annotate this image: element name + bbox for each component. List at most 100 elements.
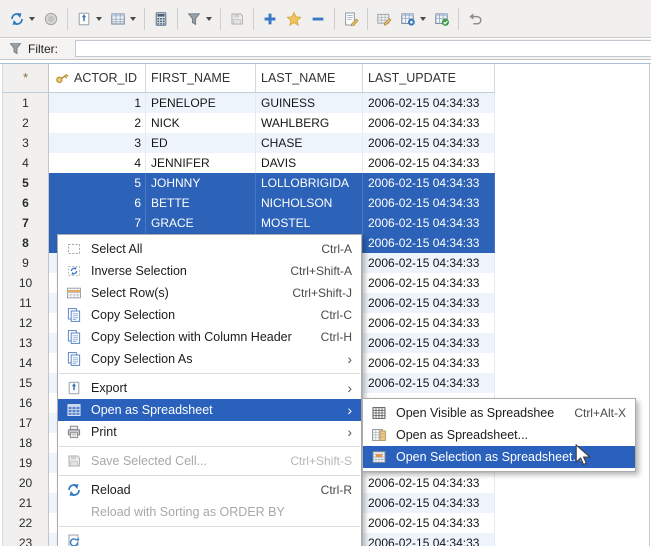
undo-button[interactable]	[463, 6, 487, 32]
row-number-cell[interactable]: 6	[3, 193, 49, 213]
menu-item-copy-selection-with-column-header[interactable]: Copy Selection with Column HeaderCtrl-H	[58, 326, 361, 348]
column-header-rownum[interactable]: *	[3, 64, 49, 93]
row-number-cell[interactable]: 17	[3, 413, 49, 433]
cell-first-name[interactable]: ED	[146, 133, 256, 153]
cell-last-update[interactable]: 2006-02-15 04:34:33	[363, 373, 495, 393]
column-header-first-name[interactable]: FIRST_NAME	[146, 64, 256, 93]
cell-last-update[interactable]: 2006-02-15 04:34:33	[363, 293, 495, 313]
menu-item-reload[interactable]: ReloadCtrl-R	[58, 479, 361, 501]
cell-last-update[interactable]: 2006-02-15 04:34:33	[363, 193, 495, 213]
row-number-cell[interactable]: 9	[3, 253, 49, 273]
cell-last-update[interactable]: 2006-02-15 04:34:33	[363, 173, 495, 193]
menu-item-open-as-spreadsheet[interactable]: Open as Spreadsheet...	[363, 424, 635, 446]
cell-last-name[interactable]: NICHOLSON	[256, 193, 363, 213]
row-number-cell[interactable]: 4	[3, 153, 49, 173]
column-header-actor-id[interactable]: ACTOR_ID	[49, 64, 146, 93]
row-number-cell[interactable]: 10	[3, 273, 49, 293]
menu-item-copy-selection-as[interactable]: Copy Selection As›	[58, 348, 361, 370]
cell-last-update[interactable]: 2006-02-15 04:34:33	[363, 253, 495, 273]
grid-confirm-button[interactable]	[430, 6, 454, 32]
cell-last-update[interactable]: 2006-02-15 04:34:33	[363, 533, 495, 546]
cell-actor-id[interactable]: 7	[49, 213, 146, 233]
cell-last-update[interactable]: 2006-02-15 04:34:33	[363, 153, 495, 173]
dropdown-caret-icon[interactable]	[130, 17, 136, 21]
cell-last-name[interactable]: GUINESS	[256, 93, 363, 113]
favorite-button[interactable]	[282, 6, 306, 32]
cell-last-update[interactable]: 2006-02-15 04:34:33	[363, 93, 495, 113]
cell-last-update[interactable]: 2006-02-15 04:34:33	[363, 333, 495, 353]
dropdown-caret-icon[interactable]	[96, 17, 102, 21]
cell-first-name[interactable]: BETTE	[146, 193, 256, 213]
cell-actor-id[interactable]: 2	[49, 113, 146, 133]
cell-actor-id[interactable]: 5	[49, 173, 146, 193]
row-number-cell[interactable]: 2	[3, 113, 49, 133]
row-number-cell[interactable]: 11	[3, 293, 49, 313]
menu-item-print[interactable]: Print›	[58, 421, 361, 443]
cell-last-update[interactable]: 2006-02-15 04:34:33	[363, 133, 495, 153]
menu-item-open-selection-as-spreadsheet[interactable]: Open Selection as Spreadsheet...	[363, 446, 635, 468]
row-number-cell[interactable]: 5	[3, 173, 49, 193]
dropdown-caret-icon[interactable]	[29, 17, 35, 21]
row-number-cell[interactable]: 15	[3, 373, 49, 393]
row-number-cell[interactable]: 14	[3, 353, 49, 373]
row-number-cell[interactable]: 3	[3, 133, 49, 153]
row-number-cell[interactable]: 22	[3, 513, 49, 533]
menu-item-select-row-s[interactable]: Select Row(s)Ctrl+Shift-J	[58, 282, 361, 304]
column-header-last-update[interactable]: LAST_UPDATE	[363, 64, 495, 93]
menu-item-open-visible-as-spreadsheet[interactable]: Open Visible as Spreadsheet...Ctrl+Alt-X	[363, 402, 635, 424]
row-number-cell[interactable]: 7	[3, 213, 49, 233]
cell-actor-id[interactable]: 6	[49, 193, 146, 213]
column-header-last-name[interactable]: LAST_NAME	[256, 64, 363, 93]
cell-first-name[interactable]: JENNIFER	[146, 153, 256, 173]
row-number-cell[interactable]: 19	[3, 453, 49, 473]
cell-last-name[interactable]: WAHLBERG	[256, 113, 363, 133]
cell-last-update[interactable]: 2006-02-15 04:34:33	[363, 493, 495, 513]
menu-item-copy-selection[interactable]: Copy SelectionCtrl-C	[58, 304, 361, 326]
grid-settings-button[interactable]	[396, 6, 430, 32]
cell-last-update[interactable]: 2006-02-15 04:34:33	[363, 233, 495, 253]
row-number-cell[interactable]: 8	[3, 233, 49, 253]
cell-last-update[interactable]: 2006-02-15 04:34:33	[363, 113, 495, 133]
cell-first-name[interactable]: JOHNNY	[146, 173, 256, 193]
menu-item-export[interactable]: Export›	[58, 377, 361, 399]
dropdown-caret-icon[interactable]	[420, 17, 426, 21]
cell-last-update[interactable]: 2006-02-15 04:34:33	[363, 213, 495, 233]
cell-last-name[interactable]: LOLLOBRIGIDA	[256, 173, 363, 193]
cell-last-name[interactable]: DAVIS	[256, 153, 363, 173]
row-number-cell[interactable]: 16	[3, 393, 49, 413]
grid-view-button[interactable]	[106, 6, 140, 32]
menu-item-partial[interactable]	[58, 530, 361, 546]
cell-last-name[interactable]: MOSTEL	[256, 213, 363, 233]
cell-actor-id[interactable]: 1	[49, 93, 146, 113]
edit-document-button[interactable]	[339, 6, 363, 32]
cell-first-name[interactable]: PENELOPE	[146, 93, 256, 113]
cell-actor-id[interactable]: 3	[49, 133, 146, 153]
row-number-cell[interactable]: 18	[3, 433, 49, 453]
calculate-button[interactable]	[149, 6, 173, 32]
cell-last-name[interactable]: CHASE	[256, 133, 363, 153]
row-number-cell[interactable]: 21	[3, 493, 49, 513]
cell-last-update[interactable]: 2006-02-15 04:34:33	[363, 353, 495, 373]
cell-last-update[interactable]: 2006-02-15 04:34:33	[363, 313, 495, 333]
refresh-button[interactable]	[5, 6, 39, 32]
cell-last-update[interactable]: 2006-02-15 04:34:33	[363, 273, 495, 293]
row-number-cell[interactable]: 23	[3, 533, 49, 546]
cell-last-update[interactable]: 2006-02-15 04:34:33	[363, 513, 495, 533]
row-number-cell[interactable]: 12	[3, 313, 49, 333]
export-data-button[interactable]	[72, 6, 106, 32]
row-number-cell[interactable]: 20	[3, 473, 49, 493]
cell-last-update[interactable]: 2006-02-15 04:34:33	[363, 473, 495, 493]
cell-first-name[interactable]: NICK	[146, 113, 256, 133]
row-number-cell[interactable]: 1	[3, 93, 49, 113]
dropdown-caret-icon[interactable]	[206, 17, 212, 21]
row-number-cell[interactable]: 13	[3, 333, 49, 353]
menu-item-inverse-selection[interactable]: Inverse SelectionCtrl+Shift-A	[58, 260, 361, 282]
cell-first-name[interactable]: GRACE	[146, 213, 256, 233]
filter-input[interactable]	[75, 40, 651, 57]
filters-button[interactable]	[182, 6, 216, 32]
menu-item-open-as-spreadsheet[interactable]: Open as Spreadsheet›	[58, 399, 361, 421]
cell-actor-id[interactable]: 4	[49, 153, 146, 173]
menu-item-select-all[interactable]: Select AllCtrl-A	[58, 238, 361, 260]
add-row-button[interactable]	[258, 6, 282, 32]
delete-row-button[interactable]	[306, 6, 330, 32]
